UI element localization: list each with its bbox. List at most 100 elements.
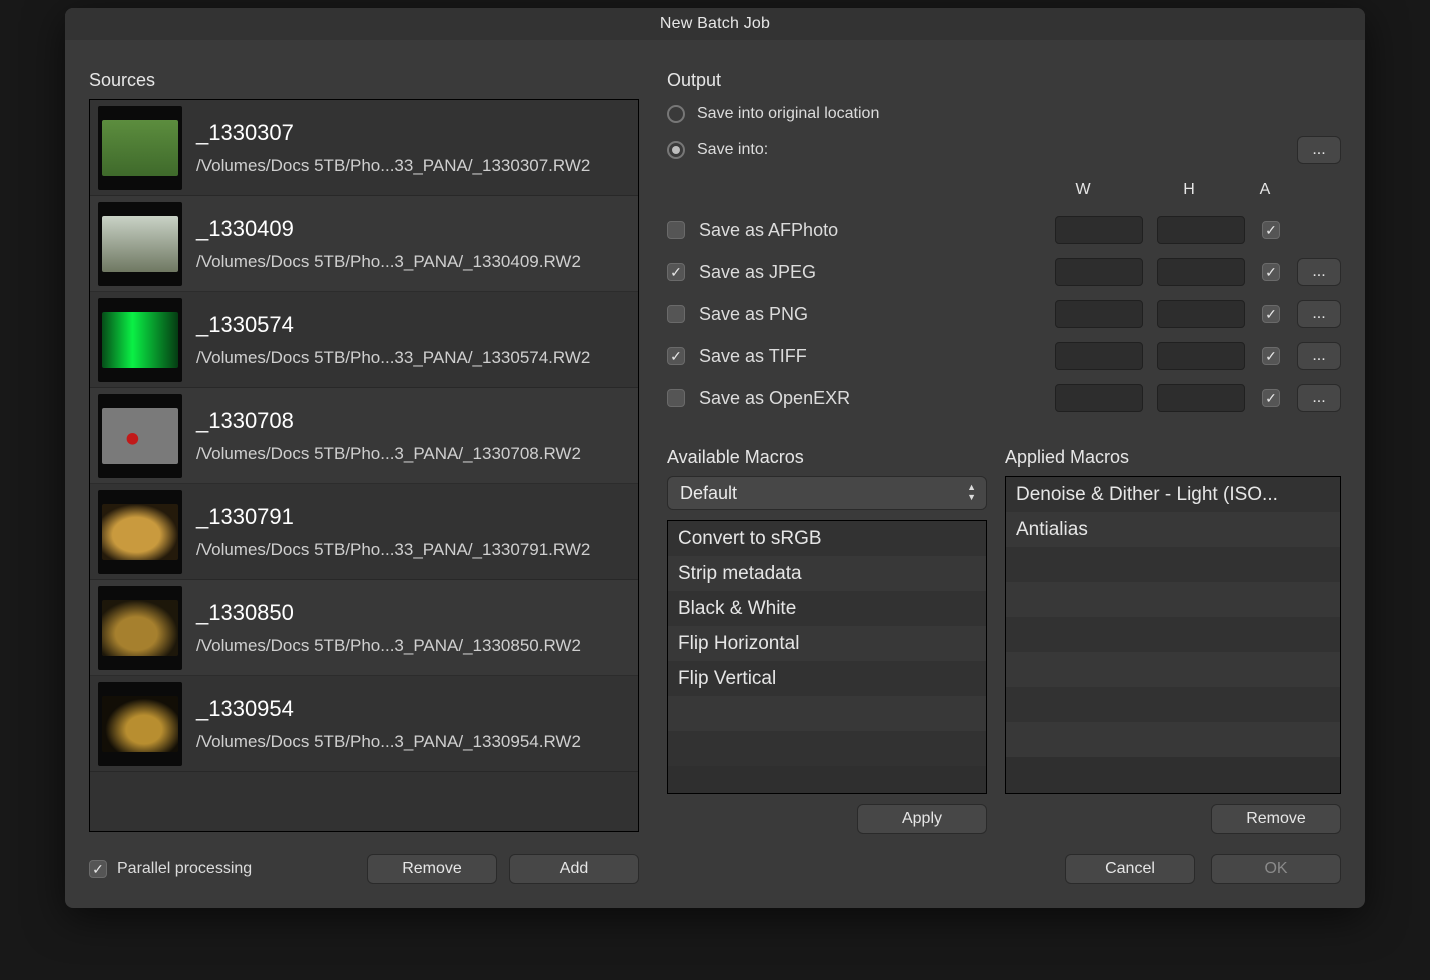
source-title: _1330307 — [196, 120, 630, 146]
options-button-jpeg[interactable]: ... — [1297, 258, 1341, 286]
output-section: Save into original location Save into: .… — [667, 99, 1341, 419]
available-macros-listbox[interactable]: Convert to sRGBStrip metadataBlack & Whi… — [667, 520, 987, 794]
add-source-button[interactable]: Add — [509, 854, 639, 884]
thumbnail — [98, 106, 182, 190]
format-checkbox-openexr[interactable] — [667, 389, 685, 407]
macros-section: Available Macros Default ▲▼ Convert to s… — [667, 447, 1341, 834]
batch-job-dialog: New Batch Job Sources _1330307 /Volumes/… — [65, 8, 1365, 908]
available-macro-item[interactable]: Convert to sRGB — [668, 521, 986, 556]
options-button-tiff[interactable]: ... — [1297, 342, 1341, 370]
thumbnail — [98, 298, 182, 382]
source-title: _1330708 — [196, 408, 630, 434]
aspect-checkbox-tiff[interactable] — [1262, 347, 1280, 365]
format-label-png: Save as PNG — [699, 304, 1041, 325]
height-input-afphoto[interactable] — [1157, 216, 1245, 244]
source-path: /Volumes/Docs 5TB/Pho...3_PANA/_1330850.… — [196, 636, 630, 656]
width-input-openexr[interactable] — [1055, 384, 1143, 412]
height-input-tiff[interactable] — [1157, 342, 1245, 370]
available-macros-label: Available Macros — [667, 447, 987, 468]
dimensions-header: W H A — [667, 181, 1341, 199]
available-macro-item[interactable]: Flip Vertical — [668, 661, 986, 696]
dialog-footer: Cancel OK — [667, 854, 1341, 884]
width-input-jpeg[interactable] — [1055, 258, 1143, 286]
source-row[interactable]: _1330409 /Volumes/Docs 5TB/Pho...3_PANA/… — [90, 196, 638, 292]
width-input-afphoto[interactable] — [1055, 216, 1143, 244]
format-label-tiff: Save as TIFF — [699, 346, 1041, 367]
source-meta: _1330850 /Volumes/Docs 5TB/Pho...3_PANA/… — [196, 600, 630, 656]
checkbox-icon — [89, 860, 107, 878]
format-label-afphoto: Save as AFPhoto — [699, 220, 1041, 241]
height-input-openexr[interactable] — [1157, 384, 1245, 412]
remove-source-button[interactable]: Remove — [367, 854, 497, 884]
source-row[interactable]: _1330574 /Volumes/Docs 5TB/Pho...33_PANA… — [90, 292, 638, 388]
height-input-jpeg[interactable] — [1157, 258, 1245, 286]
ok-button[interactable]: OK — [1211, 854, 1341, 884]
parallel-processing-checkbox[interactable]: Parallel processing — [89, 860, 252, 878]
source-path: /Volumes/Docs 5TB/Pho...33_PANA/_1330791… — [196, 540, 630, 560]
available-macro-item[interactable]: Strip metadata — [668, 556, 986, 591]
empty-row — [1006, 652, 1340, 687]
source-row[interactable]: _1330954 /Volumes/Docs 5TB/Pho...3_PANA/… — [90, 676, 638, 772]
dialog-content: Sources _1330307 /Volumes/Docs 5TB/Pho..… — [65, 40, 1365, 908]
choose-folder-button[interactable]: ... — [1297, 136, 1341, 164]
source-row[interactable]: _1330708 /Volumes/Docs 5TB/Pho...3_PANA/… — [90, 388, 638, 484]
applied-macros-col: Applied Macros Denoise & Dither - Light … — [1005, 447, 1341, 834]
cancel-button[interactable]: Cancel — [1065, 854, 1195, 884]
apply-macro-button[interactable]: Apply — [857, 804, 987, 834]
empty-row — [1006, 722, 1340, 757]
output-label: Output — [667, 70, 1341, 91]
source-title: _1330574 — [196, 312, 630, 338]
height-input-png[interactable] — [1157, 300, 1245, 328]
width-input-png[interactable] — [1055, 300, 1143, 328]
format-row-openexr: Save as OpenEXR ... — [667, 377, 1341, 419]
macro-category-popup[interactable]: Default ▲▼ — [667, 476, 987, 510]
source-row[interactable]: _1330307 /Volumes/Docs 5TB/Pho...33_PANA… — [90, 100, 638, 196]
header-w: W — [1039, 181, 1127, 199]
source-row[interactable]: _1330791 /Volumes/Docs 5TB/Pho...33_PANA… — [90, 484, 638, 580]
empty-row — [668, 731, 986, 766]
sources-listbox[interactable]: _1330307 /Volumes/Docs 5TB/Pho...33_PANA… — [89, 99, 639, 832]
format-checkbox-jpeg[interactable] — [667, 263, 685, 281]
format-checkbox-tiff[interactable] — [667, 347, 685, 365]
applied-macro-item[interactable]: Antialias — [1006, 512, 1340, 547]
available-macro-item[interactable]: Flip Horizontal — [668, 626, 986, 661]
save-into-label: Save into: — [697, 141, 768, 159]
source-path: /Volumes/Docs 5TB/Pho...3_PANA/_1330954.… — [196, 732, 630, 752]
header-a: A — [1251, 181, 1279, 199]
empty-row — [668, 696, 986, 731]
source-meta: _1330954 /Volumes/Docs 5TB/Pho...3_PANA/… — [196, 696, 630, 752]
remove-macro-button[interactable]: Remove — [1211, 804, 1341, 834]
source-title: _1330954 — [196, 696, 630, 722]
format-checkbox-afphoto[interactable] — [667, 221, 685, 239]
source-row[interactable]: _1330850 /Volumes/Docs 5TB/Pho...3_PANA/… — [90, 580, 638, 676]
source-path: /Volumes/Docs 5TB/Pho...3_PANA/_1330708.… — [196, 444, 630, 464]
aspect-checkbox-openexr[interactable] — [1262, 389, 1280, 407]
save-into-row[interactable]: Save into: ... — [667, 135, 1341, 165]
options-button-openexr[interactable]: ... — [1297, 384, 1341, 412]
thumbnail — [98, 394, 182, 478]
thumbnail — [98, 202, 182, 286]
aspect-checkbox-afphoto[interactable] — [1262, 221, 1280, 239]
save-original-row[interactable]: Save into original location — [667, 99, 1341, 129]
aspect-checkbox-png[interactable] — [1262, 305, 1280, 323]
format-checkbox-png[interactable] — [667, 305, 685, 323]
right-column: Output Save into original location Save … — [667, 70, 1341, 884]
options-button-png[interactable]: ... — [1297, 300, 1341, 328]
applied-macro-item[interactable]: Denoise & Dither - Light (ISO... — [1006, 477, 1340, 512]
updown-icon: ▲▼ — [967, 482, 976, 502]
applied-macros-listbox[interactable]: Denoise & Dither - Light (ISO...Antialia… — [1005, 476, 1341, 794]
thumbnail — [98, 586, 182, 670]
width-input-tiff[interactable] — [1055, 342, 1143, 370]
format-row-jpeg: Save as JPEG ... — [667, 251, 1341, 293]
radio-save-original[interactable] — [667, 105, 685, 123]
save-original-label: Save into original location — [697, 105, 879, 123]
header-h: H — [1145, 181, 1233, 199]
radio-save-into[interactable] — [667, 141, 685, 159]
format-label-openexr: Save as OpenEXR — [699, 388, 1041, 409]
empty-row — [1006, 582, 1340, 617]
available-macro-item[interactable]: Black & White — [668, 591, 986, 626]
aspect-checkbox-jpeg[interactable] — [1262, 263, 1280, 281]
empty-row — [1006, 687, 1340, 722]
empty-row — [1006, 617, 1340, 652]
thumbnail — [98, 682, 182, 766]
